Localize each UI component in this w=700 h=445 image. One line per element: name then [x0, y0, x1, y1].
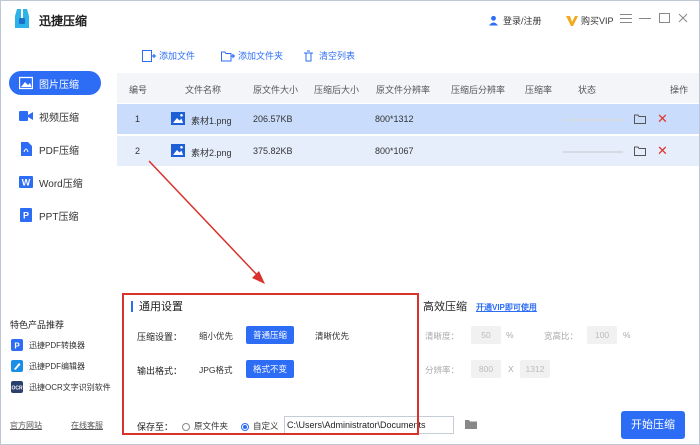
original-size: 206.57KB	[253, 114, 293, 124]
status-progress-bar	[563, 151, 623, 153]
maximize-icon[interactable]	[657, 12, 671, 26]
column-header-number: 编号	[129, 85, 148, 95]
efficient-compress-title: 高效压缩	[423, 301, 467, 313]
original-size: 375.82KB	[253, 146, 293, 156]
clarity-label: 清晰度：	[425, 331, 460, 341]
sidebar-item-label: 视频压缩	[39, 112, 79, 124]
video-icon	[19, 111, 33, 121]
column-header-compressed-resolution: 压缩后分辨率	[451, 85, 506, 95]
resolution-label: 分辨率：	[425, 365, 460, 375]
online-support-link[interactable]: 在线客服	[71, 420, 103, 431]
app-logo-icon	[15, 9, 29, 28]
start-compress-button[interactable]: 开始压缩	[621, 411, 685, 439]
column-header-status: 状态	[578, 85, 597, 95]
status-progress-bar	[563, 119, 623, 121]
aspect-ratio-label: 宽高比：	[544, 331, 579, 341]
file-name: 素材1.png	[191, 116, 232, 126]
buy-vip-button[interactable]: 购买VIP	[566, 14, 614, 27]
folder-icon[interactable]	[634, 114, 646, 124]
image-file-icon	[171, 112, 185, 125]
word-icon: W	[19, 176, 33, 188]
row-number: 1	[135, 114, 141, 124]
resolution-height-input[interactable]: 1312	[520, 360, 550, 378]
image-icon	[19, 76, 33, 90]
clear-list-icon	[304, 50, 313, 61]
annotation-highlight-box	[122, 293, 419, 435]
aspect-ratio-unit: %	[623, 330, 631, 340]
login-label: 登录/注册	[503, 16, 542, 26]
table-row[interactable]: 2 素材2.png 375.82KB 800*1067 ✕	[117, 136, 699, 166]
column-header-file-name: 文件名称	[185, 85, 222, 95]
column-header-original-size: 原文件大小	[253, 85, 299, 95]
pdf-editor-icon	[11, 360, 23, 372]
folder-icon[interactable]	[634, 146, 646, 156]
sidebar-item-image-compress[interactable]: 图片压缩	[9, 71, 101, 95]
column-header-actions: 操作	[670, 85, 689, 95]
ocr-icon: OCR	[11, 381, 23, 393]
user-icon	[489, 15, 498, 26]
browse-folder-icon[interactable]	[465, 419, 477, 429]
svg-text:OCR: OCR	[11, 386, 23, 392]
sidebar-item-label: PPT压缩	[39, 211, 79, 223]
sidebar-item-video-compress[interactable]: 视频压缩	[9, 104, 101, 128]
clear-list-button[interactable]: 清空列表	[302, 49, 355, 62]
resolution-separator: X	[508, 364, 514, 374]
column-header-original-resolution: 原文件分辨率	[376, 85, 431, 95]
file-name: 素材2.png	[191, 148, 232, 158]
login-button[interactable]: 登录/注册	[488, 14, 542, 27]
sidebar: 图片压缩 视频压缩 PDF压缩 W Word压缩 P PPT压缩 特色产品推荐 …	[1, 37, 117, 444]
svg-text:P: P	[14, 342, 20, 351]
aspect-ratio-input[interactable]: 100	[587, 326, 617, 344]
app-window: 迅捷压缩 登录/注册 购买VIP 图片压缩 视频压缩 PDF压缩 W Word压…	[0, 0, 700, 445]
buy-vip-label: 购买VIP	[581, 16, 614, 26]
original-resolution: 800*1312	[375, 114, 414, 124]
pdf-converter-icon: P	[11, 339, 23, 351]
column-header-compressed-size: 压缩后大小	[314, 85, 360, 95]
sidebar-item-word-compress[interactable]: W Word压缩	[9, 170, 101, 194]
sidebar-item-label: Word压缩	[39, 178, 83, 190]
featured-item-pdf-editor[interactable]: 迅捷PDF编辑器	[10, 360, 85, 372]
minimize-icon[interactable]	[638, 12, 652, 26]
add-file-button[interactable]: 添加文件	[142, 49, 195, 62]
resolution-width-input[interactable]: 800	[471, 360, 501, 378]
vip-link[interactable]: 开通VIP即可使用	[476, 302, 537, 313]
table-header: 编号 文件名称 原文件大小 压缩后大小 原文件分辨率 压缩后分辨率 压缩率 状态…	[117, 73, 699, 103]
close-icon[interactable]	[676, 12, 690, 26]
ppt-icon: P	[20, 208, 32, 222]
add-folder-icon	[221, 51, 235, 61]
add-file-icon	[142, 49, 156, 62]
svg-text:P: P	[23, 211, 29, 221]
featured-products-title: 特色产品推荐	[10, 320, 65, 330]
pdf-icon	[21, 142, 32, 156]
featured-item-ocr[interactable]: OCR 迅捷OCR文字识别软件	[10, 381, 111, 393]
clarity-unit: %	[506, 330, 514, 340]
vip-icon	[566, 15, 578, 26]
sidebar-item-label: PDF压缩	[39, 145, 79, 157]
svg-text:W: W	[22, 178, 31, 188]
title-bar: 迅捷压缩 登录/注册 购买VIP	[1, 1, 699, 37]
sidebar-item-label: 图片压缩	[39, 79, 79, 91]
app-title: 迅捷压缩	[39, 14, 88, 28]
row-number: 2	[135, 146, 141, 156]
delete-icon[interactable]: ✕	[657, 143, 668, 159]
official-website-link[interactable]: 官方网站	[10, 420, 42, 431]
file-table: 编号 文件名称 原文件大小 压缩后大小 原文件分辨率 压缩后分辨率 压缩率 状态…	[117, 73, 699, 293]
add-folder-button[interactable]: 添加文件夹	[221, 49, 283, 62]
original-resolution: 800*1067	[375, 146, 414, 156]
featured-item-pdf-converter[interactable]: P 迅捷PDF转换器	[10, 339, 85, 351]
column-header-compression-rate: 压缩率	[525, 85, 553, 95]
sidebar-item-pdf-compress[interactable]: PDF压缩	[9, 137, 101, 161]
table-row[interactable]: 1 素材1.png 206.57KB 800*1312 ✕	[117, 104, 699, 134]
image-file-icon	[171, 144, 185, 157]
delete-icon[interactable]: ✕	[657, 111, 668, 127]
toolbar: 添加文件 添加文件夹 清空列表	[117, 37, 699, 73]
clarity-input[interactable]: 50	[471, 326, 501, 344]
sidebar-item-ppt-compress[interactable]: P PPT压缩	[9, 203, 101, 227]
menu-icon[interactable]	[619, 12, 633, 26]
